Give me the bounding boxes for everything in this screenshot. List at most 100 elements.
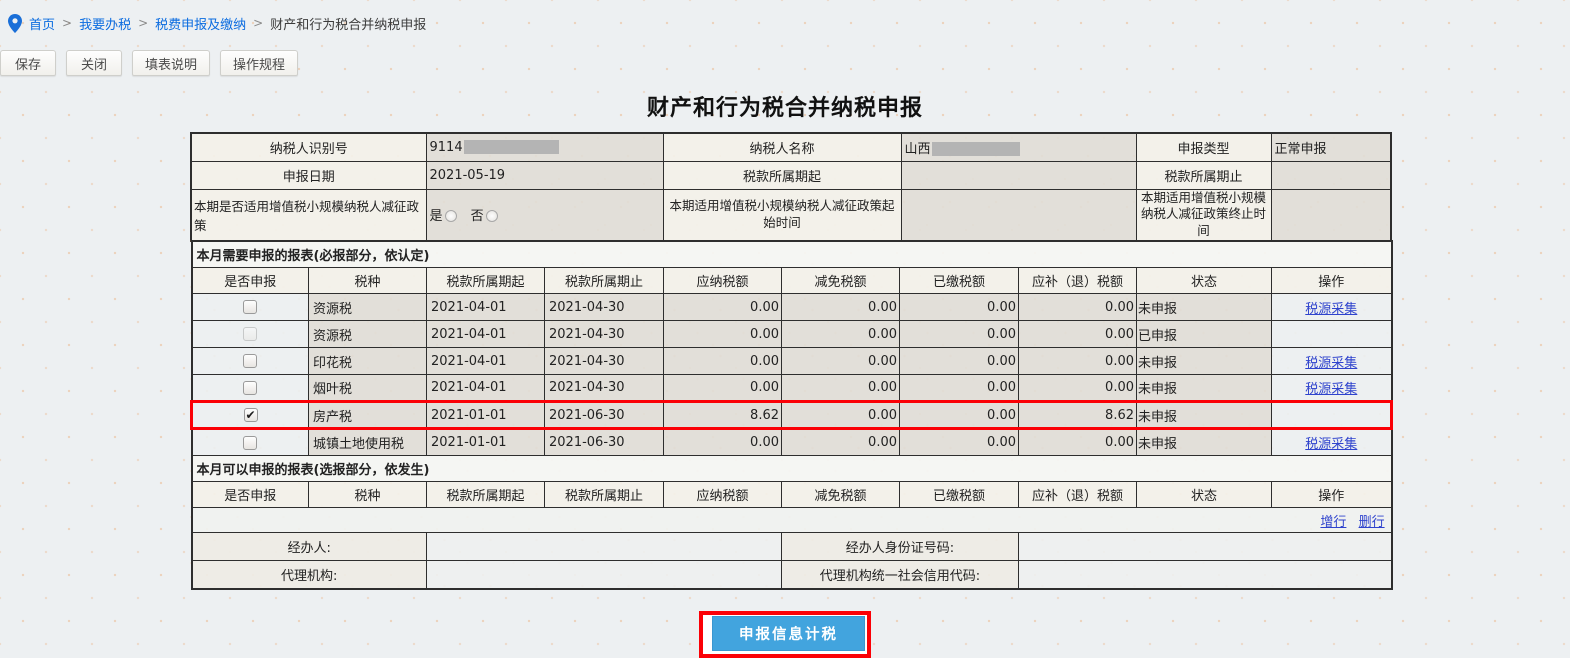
cell-tax-type: 资源税 <box>308 320 427 349</box>
vat-policy-no-radio[interactable] <box>485 210 498 223</box>
cell-due: 0.00 <box>1018 320 1137 349</box>
breadcrumb-current-page: 财产和行为税合并纳税申报 <box>270 17 427 33</box>
cell-reduction: 0.00 <box>781 374 900 403</box>
col-header-period-end: 税款所属期止 <box>544 481 664 509</box>
cell-tax-type: 资源税 <box>308 293 427 322</box>
tax-source-collect-link[interactable]: 税源采集 <box>1305 437 1357 452</box>
page-title: 财产和行为税合并纳税申报 <box>646 96 923 121</box>
table-row-tobacco-tax: 烟叶税 2021-04-01 2021-04-30 0.00 0.00 0.00… <box>191 374 1393 403</box>
cell-period-end: 2021-04-30 <box>544 320 664 349</box>
redaction-block <box>931 142 1020 157</box>
breadcrumb-separator: > <box>253 16 264 30</box>
cell-period-end: 2021-06-30 <box>544 400 664 431</box>
col-header-due: 应补（退）税额 <box>1018 481 1137 509</box>
declare-checkbox[interactable] <box>243 300 258 315</box>
operation-procedure-button[interactable]: 操作规程 <box>220 50 299 76</box>
tax-source-collect-link[interactable]: 税源采集 <box>1305 302 1357 317</box>
taxpayer-name-value: 山西 <box>900 132 1137 162</box>
taxpayer-id-value: 9114 <box>425 132 664 162</box>
cell-due: 0.00 <box>1018 374 1137 403</box>
cell-tax-type: 房产税 <box>308 400 427 431</box>
cell-payable: 0.00 <box>663 374 782 403</box>
col-header-tax-type: 税种 <box>308 267 427 295</box>
declare-checkbox-checked[interactable]: ✔ <box>243 408 258 423</box>
period-end-label: 税款所属期止 <box>1135 160 1272 190</box>
breadcrumb-declare-pay[interactable]: 税费申报及缴纳 <box>155 14 246 33</box>
cell-tax-type: 烟叶税 <box>308 374 427 403</box>
fill-instructions-button[interactable]: 填表说明 <box>132 50 211 76</box>
highlight-annotation-box: 申报信息计税 <box>699 610 871 658</box>
vat-policy-yes-radio[interactable] <box>444 210 457 223</box>
breadcrumb-home[interactable]: 首页 <box>29 14 55 33</box>
toolbar: 保存 关闭 填表说明 操作规程 <box>0 34 1570 76</box>
table-row-property-tax-highlighted: ✔ 房产税 2021-01-01 2021-06-30 8.62 0.00 0.… <box>190 400 1394 431</box>
col-header-declare: 是否申报 <box>191 267 309 295</box>
cell-payable: 0.00 <box>663 428 782 457</box>
vat-policy-start-value <box>900 188 1137 242</box>
agency-code-label: 代理机构统一社会信用代码: <box>781 560 1019 590</box>
cell-reduction: 0.00 <box>781 428 900 457</box>
cell-tax-type: 印花税 <box>308 347 427 376</box>
status-badge: 未申报 <box>1136 347 1272 376</box>
tax-source-collect-link[interactable]: 税源采集 <box>1305 382 1357 397</box>
col-header-payable: 应纳税额 <box>663 267 782 295</box>
cell-due: 0.00 <box>1018 293 1137 322</box>
required-section-title: 本月需要申报的报表(必报部分，依认定) <box>190 240 1393 269</box>
cell-tax-type: 城镇土地使用税 <box>308 428 427 457</box>
status-badge: 未申报 <box>1136 428 1272 457</box>
declare-date-label: 申报日期 <box>190 160 427 190</box>
vat-policy-radio-group: 是 否 <box>425 188 664 242</box>
tax-source-collect-link[interactable]: 税源采集 <box>1305 356 1357 371</box>
cell-due: 0.00 <box>1018 428 1137 457</box>
cell-payable: 0.00 <box>663 293 782 322</box>
col-header-action: 操作 <box>1270 481 1393 509</box>
cell-action-empty <box>1270 400 1394 431</box>
taxpayer-id-label: 纳税人识别号 <box>190 132 427 162</box>
col-header-payable: 应纳税额 <box>663 481 782 509</box>
redaction-block <box>463 140 559 155</box>
vat-policy-yes-label: 是 <box>429 209 443 225</box>
cell-period-end: 2021-04-30 <box>544 374 664 403</box>
table-row-resource-tax-1: 资源税 2021-04-01 2021-04-30 0.00 0.00 0.00… <box>191 293 1393 322</box>
cell-action-empty <box>1270 320 1393 349</box>
breadcrumb-separator: > <box>62 16 73 30</box>
optional-table-header: 是否申报 税种 税款所属期起 税款所属期止 应纳税额 减免税额 已缴税额 应补（… <box>191 481 1393 509</box>
declare-checkbox[interactable] <box>243 380 258 395</box>
vat-policy-label: 本期是否适用增值税小规模纳税人减征政策 <box>190 188 427 242</box>
calculate-tax-button[interactable]: 申报信息计税 <box>712 615 865 651</box>
delete-row-link[interactable]: 删行 <box>1359 515 1385 530</box>
save-button[interactable]: 保存 <box>0 50 56 76</box>
cell-paid: 0.00 <box>899 428 1019 457</box>
cell-period-start: 2021-01-01 <box>426 428 545 457</box>
cell-due: 8.62 <box>1018 400 1137 431</box>
close-button[interactable]: 关闭 <box>66 50 122 76</box>
declare-checkbox[interactable] <box>243 435 258 450</box>
col-header-due: 应补（退）税额 <box>1018 267 1137 295</box>
cell-period-start: 2021-04-01 <box>426 293 545 322</box>
agent-id-value-field[interactable] <box>1017 532 1393 562</box>
agency-value-field[interactable] <box>426 560 782 590</box>
declare-type-label: 申报类型 <box>1135 132 1272 162</box>
breadcrumb-separator: > <box>138 16 149 30</box>
period-start-value <box>900 160 1137 190</box>
add-row-link[interactable]: 增行 <box>1320 515 1346 530</box>
declare-checkbox[interactable] <box>243 354 258 369</box>
status-badge: 已申报 <box>1136 320 1272 349</box>
col-header-tax-type: 税种 <box>308 481 427 509</box>
period-start-label: 税款所属期起 <box>662 160 902 190</box>
breadcrumb-tax-services[interactable]: 我要办税 <box>79 14 131 33</box>
vat-policy-no-label: 否 <box>470 209 484 225</box>
declare-type-value: 正常申报 <box>1270 132 1392 162</box>
status-badge: 未申报 <box>1136 293 1272 322</box>
col-header-reduction: 减免税额 <box>781 267 900 295</box>
agency-code-value-field[interactable] <box>1017 560 1393 590</box>
agency-row: 代理机构: 代理机构统一社会信用代码: <box>191 560 1393 590</box>
col-header-period-end: 税款所属期止 <box>544 267 664 295</box>
col-header-period-start: 税款所属期起 <box>426 481 545 509</box>
cell-period-start: 2021-04-01 <box>426 320 545 349</box>
cell-paid: 0.00 <box>899 320 1019 349</box>
agent-value-field[interactable] <box>426 532 782 562</box>
vat-policy-end-value <box>1270 188 1392 242</box>
cell-reduction: 0.00 <box>781 320 900 349</box>
vat-policy-start-label: 本期适用增值税小规模纳税人减征政策起始时间 <box>662 188 902 242</box>
